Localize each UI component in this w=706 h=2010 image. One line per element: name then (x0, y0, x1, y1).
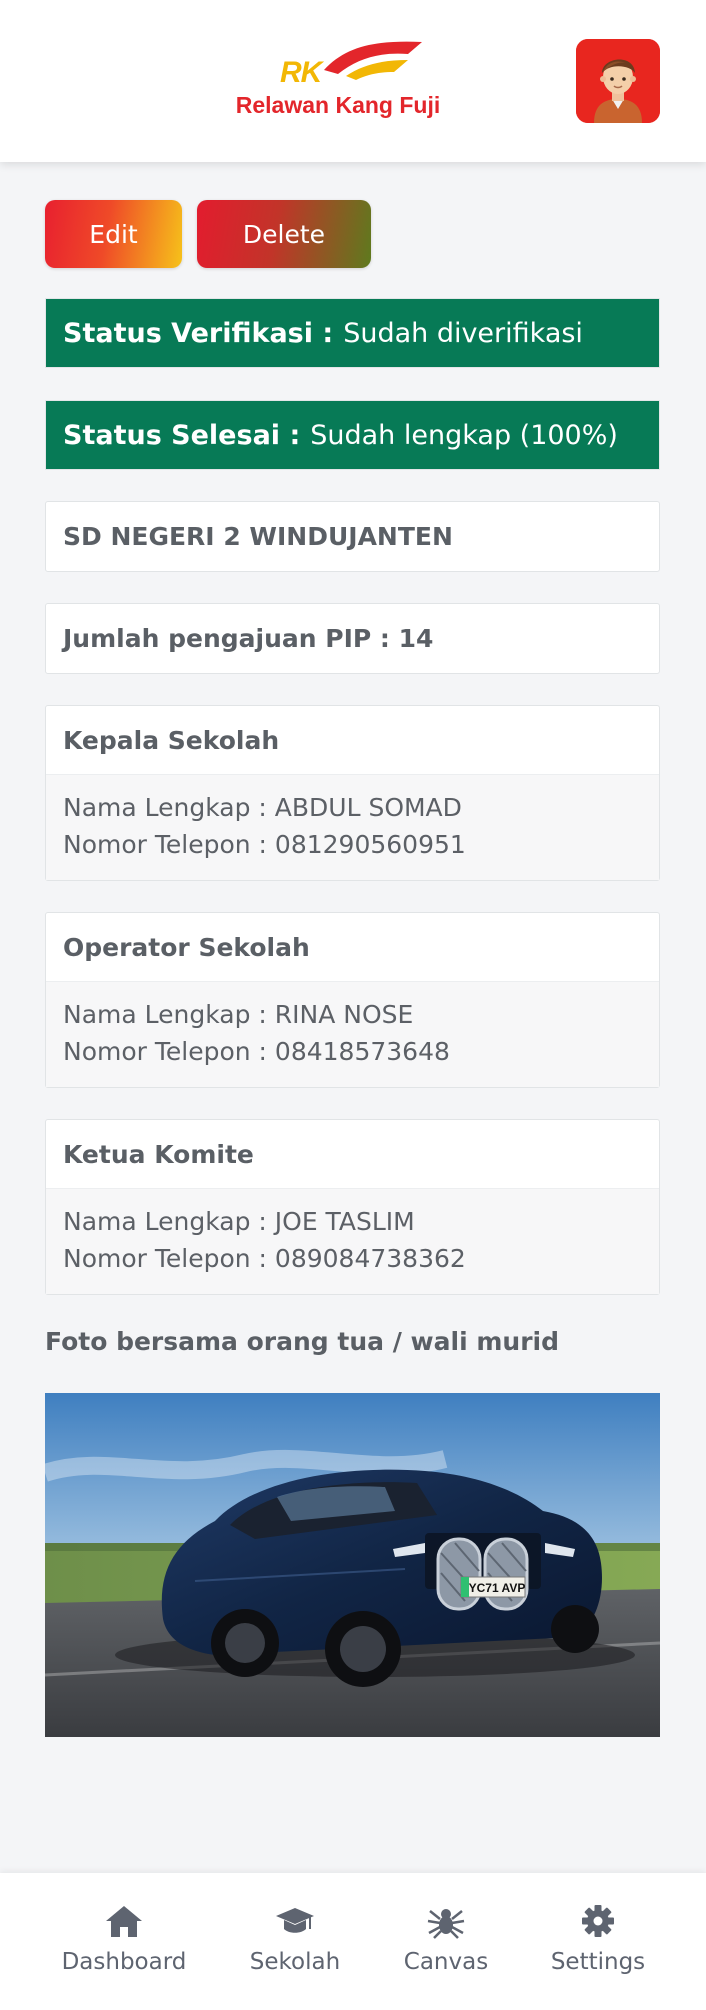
logo-rk-text: RK (280, 56, 322, 89)
kepala-sekolah-card: Kepala Sekolah Nama Lengkap : ABDUL SOMA… (45, 705, 660, 881)
status-verifikasi-label: Status Verifikasi : (63, 317, 334, 349)
nav-item-canvas[interactable]: Canvas (392, 1873, 500, 2010)
delete-button[interactable]: Delete (197, 200, 371, 268)
status-selesai-label: Status Selesai : (63, 419, 301, 451)
status-selesai-value: Sudah lengkap (100%) (310, 419, 618, 451)
card-body: Nama Lengkap : ABDUL SOMAD Nomor Telepon… (46, 774, 659, 880)
card-body: Nama Lengkap : JOE TASLIM Nomor Telepon … (46, 1188, 659, 1294)
gear-icon (582, 1905, 614, 1937)
school-name: SD NEGERI 2 WINDUJANTEN (63, 521, 453, 551)
app-header: RK Relawan Kang Fuji (0, 0, 706, 162)
status-verifikasi-bar: Status Verifikasi : Sudah diverifikasi (45, 298, 660, 368)
card-title: Kepala Sekolah (63, 725, 280, 755)
nama-lengkap-text: Nama Lengkap : RINA NOSE (63, 1000, 414, 1029)
card-body: Nama Lengkap : RINA NOSE Nomor Telepon :… (46, 981, 659, 1087)
nomor-telepon-text: Nomor Telepon : 089084738362 (63, 1244, 466, 1273)
home-icon (106, 1906, 142, 1937)
nav-label: Canvas (403, 1949, 489, 1975)
avatar-person-icon (576, 39, 660, 123)
operator-sekolah-card: Operator Sekolah Nama Lengkap : RINA NOS… (45, 912, 660, 1088)
nama-lengkap-text: Nama Lengkap : JOE TASLIM (63, 1207, 415, 1236)
nav-label: Settings (550, 1949, 646, 1975)
spider-icon (427, 1909, 465, 1939)
ketua-komite-card: Ketua Komite Nama Lengkap : JOE TASLIM N… (45, 1119, 660, 1295)
edit-button[interactable]: Edit (45, 200, 182, 268)
nomor-telepon-text: Nomor Telepon : 08418573648 (63, 1037, 450, 1066)
nomor-telepon-text: Nomor Telepon : 081290560951 (63, 830, 466, 859)
pip-count-card: Jumlah pengajuan PIP : 14 (45, 603, 660, 674)
license-plate-text: YC71 AVP (469, 1581, 526, 1595)
bottom-navigation: Dashboard Sekolah Canvas Settings (0, 1873, 706, 2010)
user-avatar[interactable] (576, 39, 660, 123)
app-logo[interactable]: RK Relawan Kang Fuji (228, 36, 448, 126)
nav-label: Sekolah (249, 1949, 341, 1975)
parent-photo[interactable]: YC71 AVP (45, 1393, 660, 1737)
nav-label: Dashboard (61, 1949, 187, 1975)
nav-item-sekolah[interactable]: Sekolah (235, 1873, 355, 2010)
pip-count: Jumlah pengajuan PIP : 14 (63, 623, 434, 653)
car-photo-image: YC71 AVP (45, 1393, 660, 1737)
school-name-card: SD NEGERI 2 WINDUJANTEN (45, 501, 660, 572)
logo-text: Relawan Kang Fuji (235, 92, 441, 118)
status-selesai-bar: Status Selesai : Sudah lengkap (100%) (45, 400, 660, 470)
card-title: Ketua Komite (63, 1139, 254, 1169)
photo-label: Foto bersama orang tua / wali murid (45, 1327, 560, 1356)
nav-item-settings[interactable]: Settings (546, 1873, 650, 2010)
nama-lengkap-text: Nama Lengkap : ABDUL SOMAD (63, 793, 462, 822)
graduation-cap-icon (276, 1908, 314, 1933)
nav-item-dashboard[interactable]: Dashboard (54, 1873, 194, 2010)
card-title: Operator Sekolah (63, 932, 310, 962)
status-verifikasi-value: Sudah diverifikasi (343, 317, 583, 349)
